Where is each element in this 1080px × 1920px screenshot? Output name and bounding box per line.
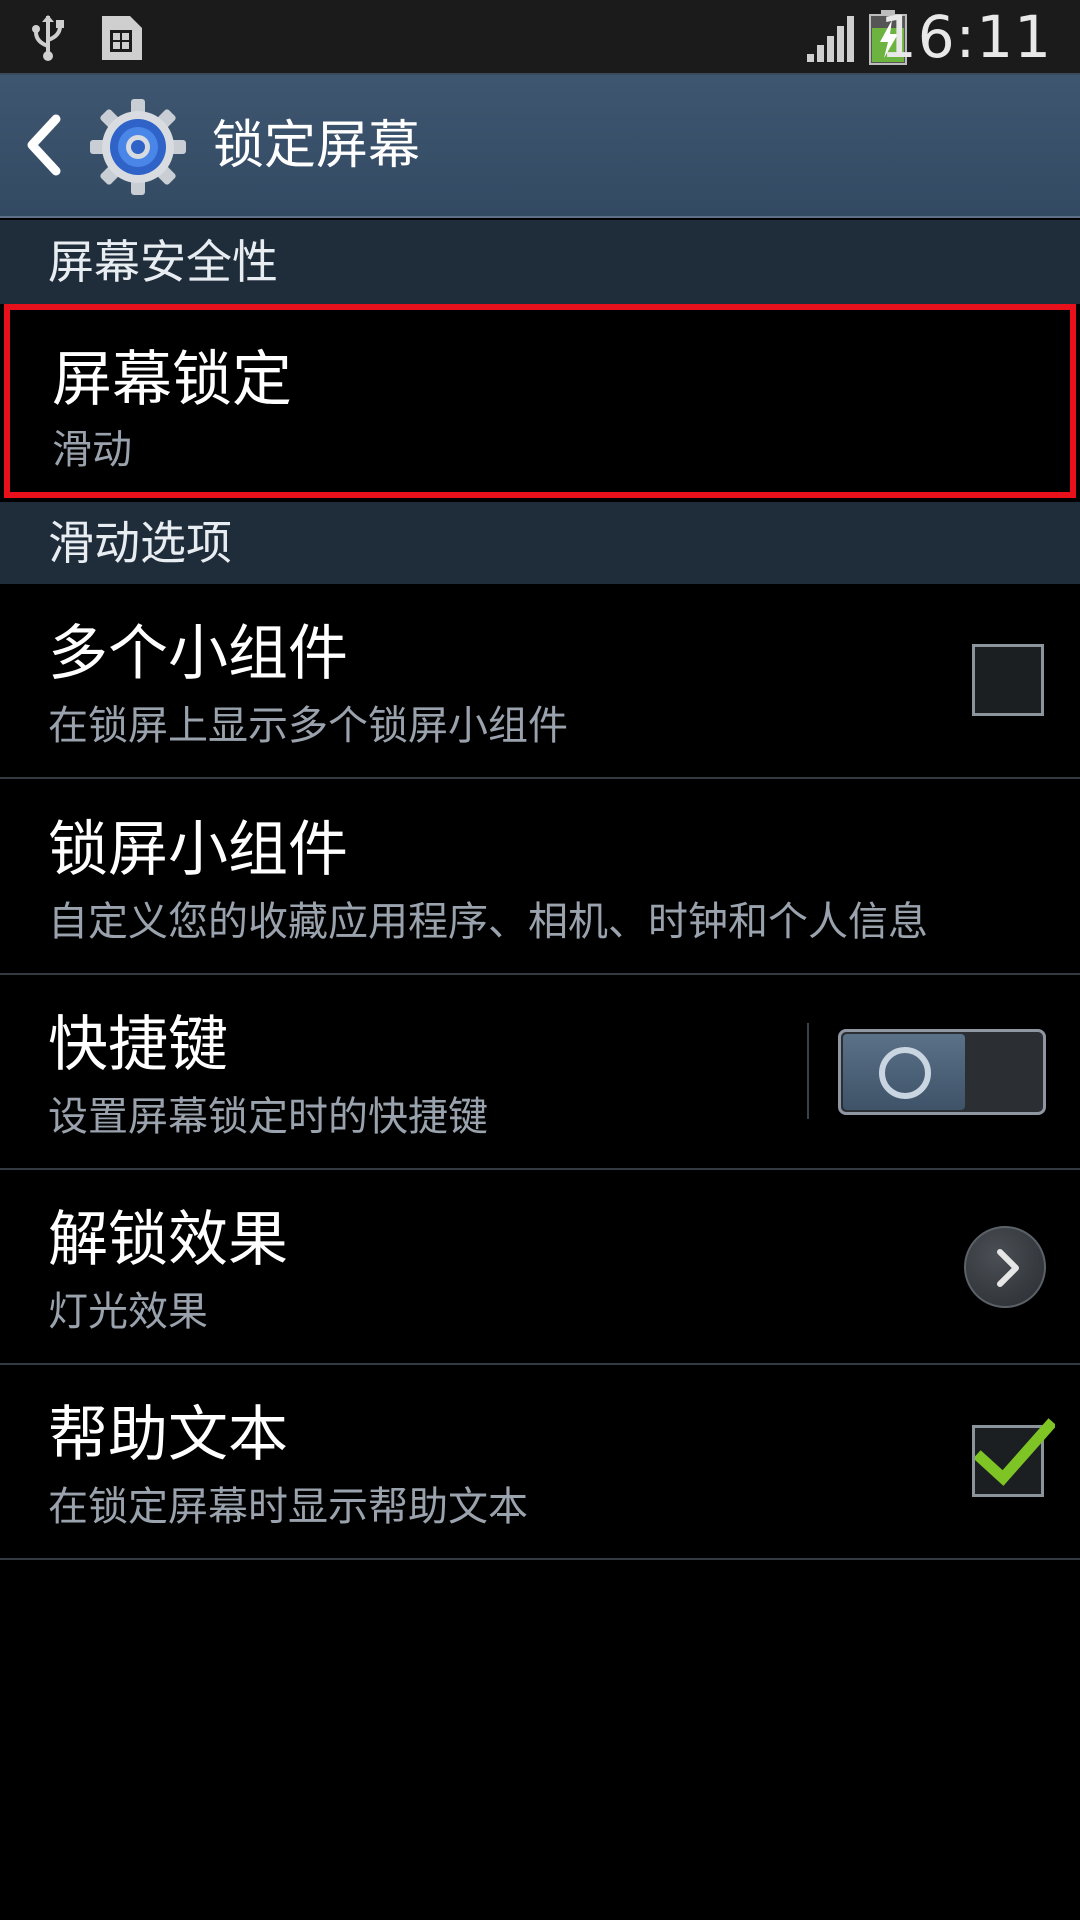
settings-gear-icon (90, 99, 186, 195)
setting-title: 解锁效果 (48, 1205, 288, 1275)
setting-subtitle: 在锁定屏幕时显示帮助文本 (48, 1484, 528, 1530)
setting-title: 多个小组件 (48, 619, 348, 689)
usb-icon (32, 15, 64, 61)
setting-item-unlock-effect[interactable]: 解锁效果 灯光效果 (0, 1170, 1080, 1365)
setting-item-help-text[interactable]: 帮助文本 在锁定屏幕时显示帮助文本 (0, 1365, 1080, 1560)
section-header-swipe-options: 滑动选项 (0, 502, 1080, 584)
status-bar: 16:11 (0, 0, 1080, 75)
setting-subtitle: 滑动 (52, 427, 132, 473)
setting-item-multiple-widgets[interactable]: 多个小组件 在锁屏上显示多个锁屏小组件 (0, 584, 1080, 779)
setting-subtitle: 自定义您的收藏应用程序、相机、时钟和个人信息 (48, 899, 928, 945)
action-bar: 锁定屏幕 (0, 75, 1080, 218)
signal-icon (807, 16, 854, 62)
setting-item-shortcuts[interactable]: 快捷键 设置屏幕锁定时的快捷键 (0, 975, 1080, 1170)
toggle-ring-icon (879, 1047, 931, 1099)
setting-item-lock-screen-widgets[interactable]: 锁屏小组件 自定义您的收藏应用程序、相机、时钟和个人信息 (0, 780, 1080, 975)
section-header-screen-security: 屏幕安全性 (0, 220, 1080, 304)
setting-subtitle: 设置屏幕锁定时的快捷键 (48, 1094, 488, 1140)
unlock-effect-next-button[interactable] (964, 1226, 1046, 1308)
help-text-checkbox[interactable] (972, 1418, 1055, 1497)
sim-card-icon (102, 16, 142, 60)
shortcuts-toggle[interactable] (838, 1029, 1046, 1115)
setting-title: 快捷键 (48, 1010, 228, 1080)
setting-item-screen-lock[interactable]: 屏幕锁定 滑动 (4, 304, 1076, 498)
back-arrow-icon[interactable] (18, 111, 74, 179)
setting-title: 屏幕锁定 (52, 345, 292, 415)
chevron-right-icon (997, 1249, 1019, 1287)
checkmark-icon (975, 1418, 1055, 1486)
screen: 16:11 锁定屏幕 屏幕安全性 屏幕锁定 滑动 滑动选项 多个小组件 在锁屏上… (0, 0, 1080, 1920)
multiple-widgets-checkbox[interactable] (972, 644, 1044, 716)
page-title: 锁定屏幕 (212, 116, 421, 176)
setting-title: 锁屏小组件 (48, 815, 348, 885)
setting-subtitle: 灯光效果 (48, 1289, 208, 1335)
setting-title: 帮助文本 (48, 1400, 288, 1470)
toggle-knob[interactable] (843, 1034, 965, 1110)
status-time: 16:11 (879, 3, 1052, 71)
divider (807, 1023, 809, 1119)
setting-subtitle: 在锁屏上显示多个锁屏小组件 (48, 703, 568, 749)
